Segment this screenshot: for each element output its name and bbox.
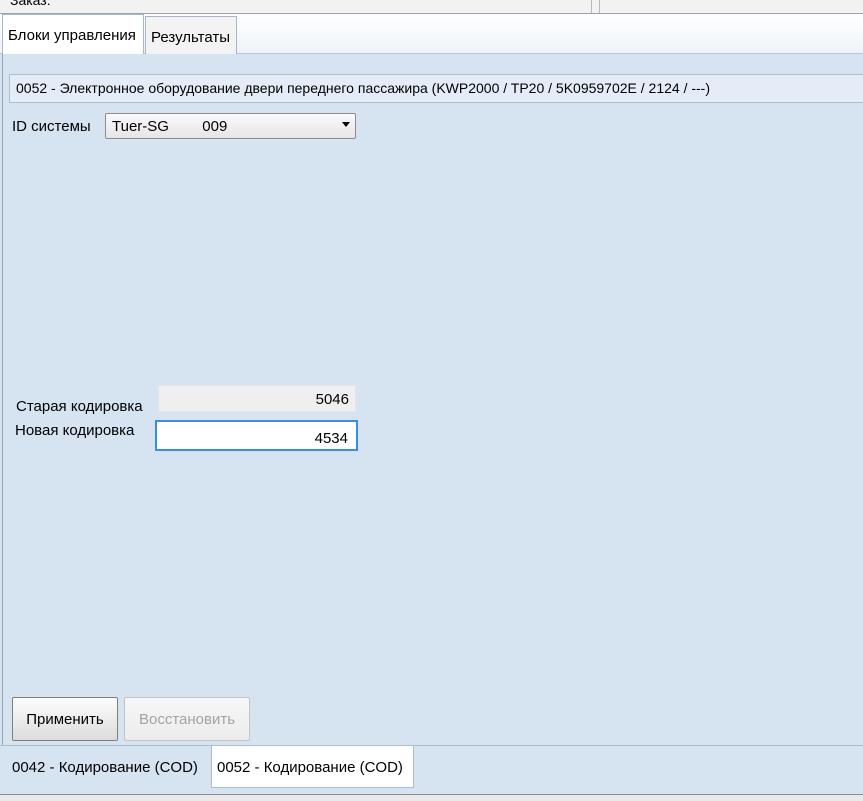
status-bar [0,794,863,801]
system-id-label: ID системы [12,118,91,135]
restore-button[interactable]: Восстановить [124,697,250,741]
tab-0042-coding[interactable]: 0042 - Кодирование (COD) [7,746,212,786]
tab-0052-coding[interactable]: 0052 - Кодирование (COD) [211,746,414,788]
system-id-select[interactable]: Tuer-SG 009 [105,113,356,139]
new-coding-label: Новая кодировка [15,422,135,439]
top-right-field [599,0,863,13]
tab-results[interactable]: Результаты [145,16,237,54]
old-coding-field: 5046 [158,385,356,412]
chevron-down-icon[interactable] [342,122,350,127]
new-coding-input[interactable] [155,420,358,451]
order-field [0,0,592,13]
old-coding-label: Старая кодировка [16,398,143,415]
tab-control-units[interactable]: Блоки управления [2,14,144,55]
apply-button[interactable]: Применить [12,697,118,741]
order-label: Заказ: [10,0,51,8]
control-unit-header: 0052 - Электронное оборудование двери пе… [9,74,863,103]
